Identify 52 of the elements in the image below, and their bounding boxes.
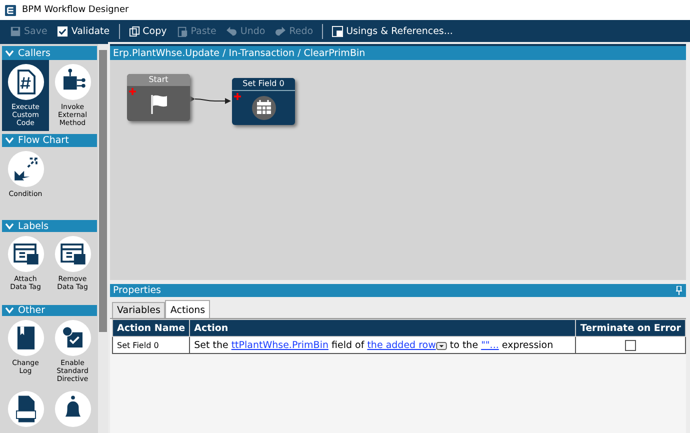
checked-document-icon — [54, 319, 92, 357]
column-header: Action Name — [112, 320, 190, 336]
toolbar-button[interactable]: Copy — [124, 24, 171, 38]
references-icon — [332, 26, 344, 36]
link[interactable]: ttPlantWhse.PrimBin — [231, 340, 328, 350]
chevron-icon — [5, 222, 14, 230]
redo-icon — [275, 26, 286, 36]
log-file-icon — [6, 390, 44, 428]
window-title: BPM Workflow Designer — [22, 5, 129, 15]
group-title: Callers — [18, 48, 50, 58]
copy-icon — [128, 26, 140, 36]
breadcrumb: Erp.PlantWhse.Update / In-Transaction / ClearPrimBin — [110, 46, 686, 60]
connector-block-icon — [54, 63, 92, 101]
scrollbar[interactable] — [98, 44, 108, 433]
group-title: Flow Chart — [18, 135, 69, 146]
table-tag-remove-icon — [54, 235, 92, 273]
app-logo-icon — [5, 4, 16, 16]
workflow-node[interactable]: Set Field 0 — [232, 78, 295, 125]
code-file-icon — [6, 63, 44, 101]
palette-group-header[interactable]: Flow Chart — [2, 134, 98, 147]
paste-icon — [176, 26, 188, 36]
chevron-icon — [5, 307, 14, 314]
column-header: Terminate on Error — [576, 320, 686, 336]
calendar-icon — [252, 96, 276, 120]
dropdown-icon[interactable] — [436, 342, 447, 350]
tab[interactable]: Variables — [112, 302, 166, 318]
link[interactable]: the added row — [367, 340, 436, 350]
toolbar-button[interactable]: Validate — [53, 24, 114, 38]
link[interactable]: ""... — [481, 340, 499, 350]
pin-icon[interactable] — [676, 286, 682, 295]
column-header: Action — [190, 320, 576, 336]
bookmark-book-icon — [6, 319, 44, 357]
table-tag-icon — [6, 235, 44, 273]
tab[interactable]: Actions — [165, 300, 210, 318]
checkbox[interactable] — [625, 340, 636, 350]
diagonal-arrows-icon — [6, 150, 44, 188]
group-title: Other — [18, 305, 45, 316]
connector-arrow — [190, 94, 232, 104]
action-sentence: Set the ttPlantWhse.PrimBin field of the added row to the ""... expression — [194, 340, 554, 350]
palette-group-header[interactable]: Labels — [2, 220, 98, 232]
table-cell: Set Field 0 — [112, 336, 190, 354]
bell-icon — [54, 390, 92, 428]
undo-icon — [226, 26, 238, 36]
palette-group-header[interactable]: Other — [2, 305, 98, 316]
group-title: Labels — [18, 220, 49, 232]
chevron-icon — [5, 137, 14, 144]
toolbar-button[interactable]: Usings & References... — [328, 24, 457, 38]
add-icon[interactable] — [234, 93, 241, 100]
panel-title: Properties — [113, 285, 162, 296]
checkbox-icon — [57, 26, 68, 36]
chevron-icon — [5, 50, 14, 56]
palette-group-header[interactable]: Callers — [2, 46, 98, 60]
